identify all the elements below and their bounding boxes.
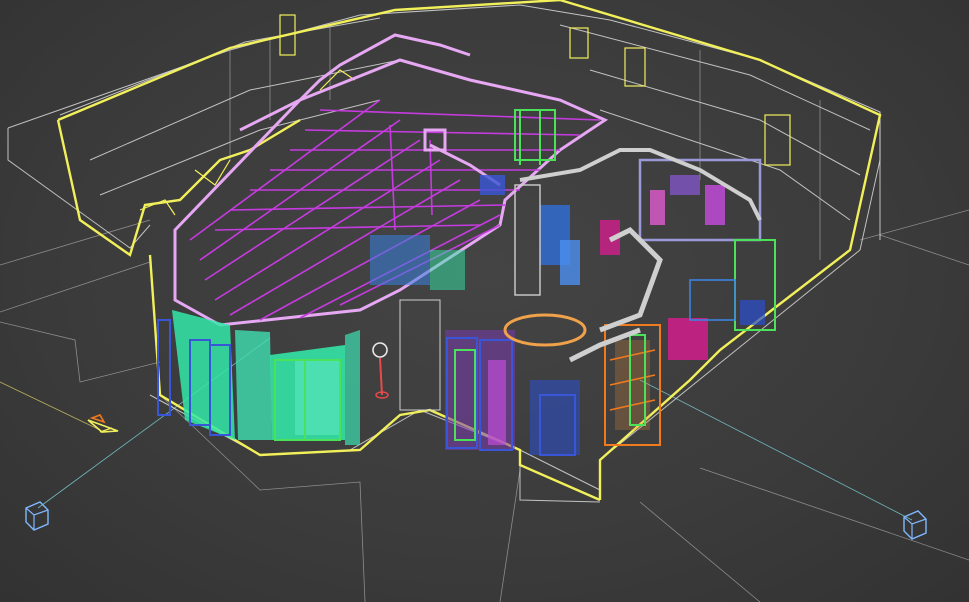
camera-icon[interactable] [87,414,119,433]
camera-target-icon-right[interactable] [903,510,927,540]
wireframe-scene[interactable] [0,0,969,602]
bay-window-left [157,310,360,445]
3d-viewport[interactable] [0,0,969,602]
doors-right [445,330,580,456]
camera-target-icon[interactable] [25,501,49,531]
